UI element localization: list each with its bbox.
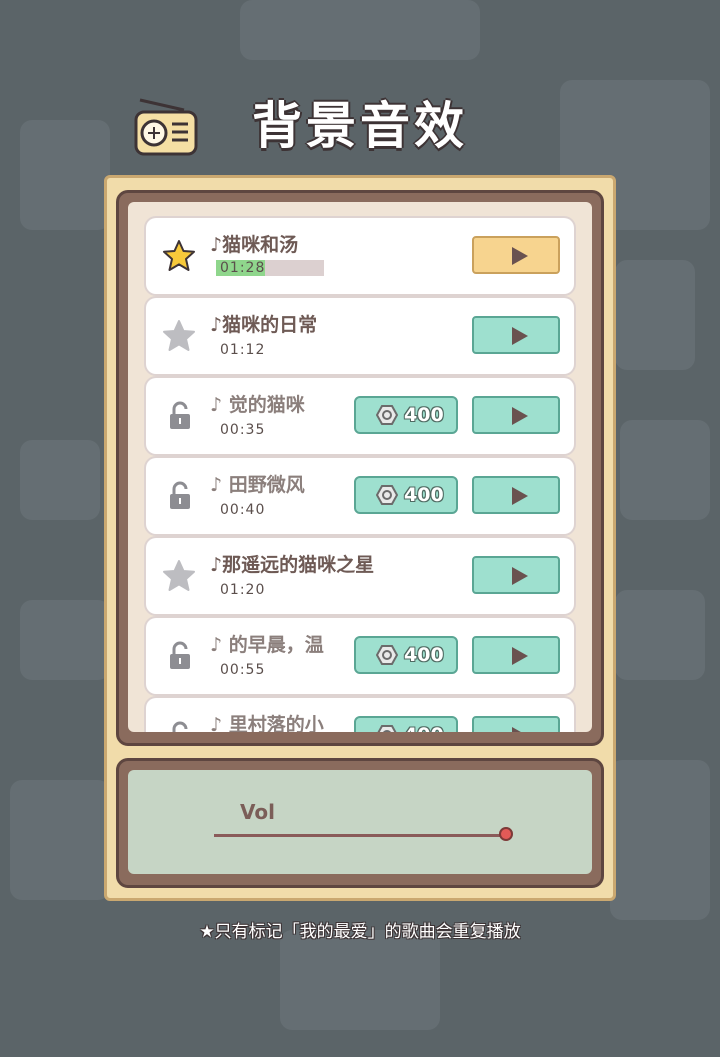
unlock-button[interactable]: 400 [354,476,458,514]
track-row: ♪猫咪的日常 01:12 [148,300,572,372]
lock-icon [170,641,190,669]
star-icon[interactable] [162,559,196,593]
unlock-price: 400 [404,404,444,426]
track-time: 01:12 [220,342,266,358]
track-name: ♪ 里村落的小 [210,714,324,732]
play-button[interactable] [472,396,560,434]
coin-icon [376,645,398,665]
lock-icon [170,481,190,509]
track-name: ♪ 的早晨，温 [210,634,324,656]
track-row: ♪ 的早晨，温 00:55 400 [148,620,572,692]
unlock-price: 400 [404,644,444,666]
track-row: ♪ 田野微风 00:40 400 [148,460,572,532]
coin-icon [376,405,398,425]
play-icon [512,567,528,585]
track-time: 01:28 [220,260,266,276]
volume-slider-thumb[interactable] [499,827,513,841]
lock-icon [170,401,190,429]
track-time: 00:35 [220,422,266,438]
volume-label: Vol [240,800,275,824]
play-icon [512,487,528,505]
unlock-button[interactable]: 400 [354,636,458,674]
footnote: ★只有标记「我的最爱」的歌曲会重复播放 [199,922,521,942]
volume-slider-track[interactable] [214,834,506,837]
unlock-price: 400 [404,484,444,506]
play-button[interactable] [472,716,560,732]
track-progress-bar: 01:28 [216,260,324,276]
play-icon [512,727,528,732]
track-time: 01:20 [220,582,266,598]
track-time: 00:40 [220,502,266,518]
unlock-button[interactable]: 400 [354,716,458,732]
track-row: ♪ 觉的猫咪 00:35 400 [148,380,572,452]
track-time: 00:55 [220,662,266,678]
volume-panel: Vol [128,770,592,874]
coin-icon [376,485,398,505]
play-button[interactable] [472,636,560,674]
star-icon[interactable] [162,319,196,353]
play-button[interactable] [472,556,560,594]
track-name: ♪ 田野微风 [210,474,305,496]
track-row: ♪猫咪和汤 01:28 [148,220,572,292]
track-row: ♪那遥远的猫咪之星 01:20 [148,540,572,612]
play-button[interactable] [472,476,560,514]
star-icon[interactable] [162,239,196,273]
track-name: ♪猫咪的日常 [210,314,318,336]
track-row: ♪ 里村落的小 400 [148,700,572,732]
track-name: ♪猫咪和汤 [210,234,299,256]
unlock-price: 400 [404,724,444,732]
play-button[interactable] [472,316,560,354]
track-list[interactable]: ♪猫咪和汤 01:28 ♪猫咪的日常 01:12 ♪ 觉的猫咪 00:35 40… [128,202,592,732]
lock-icon [172,721,188,732]
play-button[interactable] [472,236,560,274]
play-icon [512,247,528,265]
track-name: ♪那遥远的猫咪之星 [210,554,375,576]
unlock-button[interactable]: 400 [354,396,458,434]
play-icon [512,327,528,345]
page-title: 背景音效 [252,97,468,155]
coin-icon [377,725,397,732]
track-name: ♪ 觉的猫咪 [210,394,305,416]
play-icon [512,647,528,665]
play-icon [512,407,528,425]
